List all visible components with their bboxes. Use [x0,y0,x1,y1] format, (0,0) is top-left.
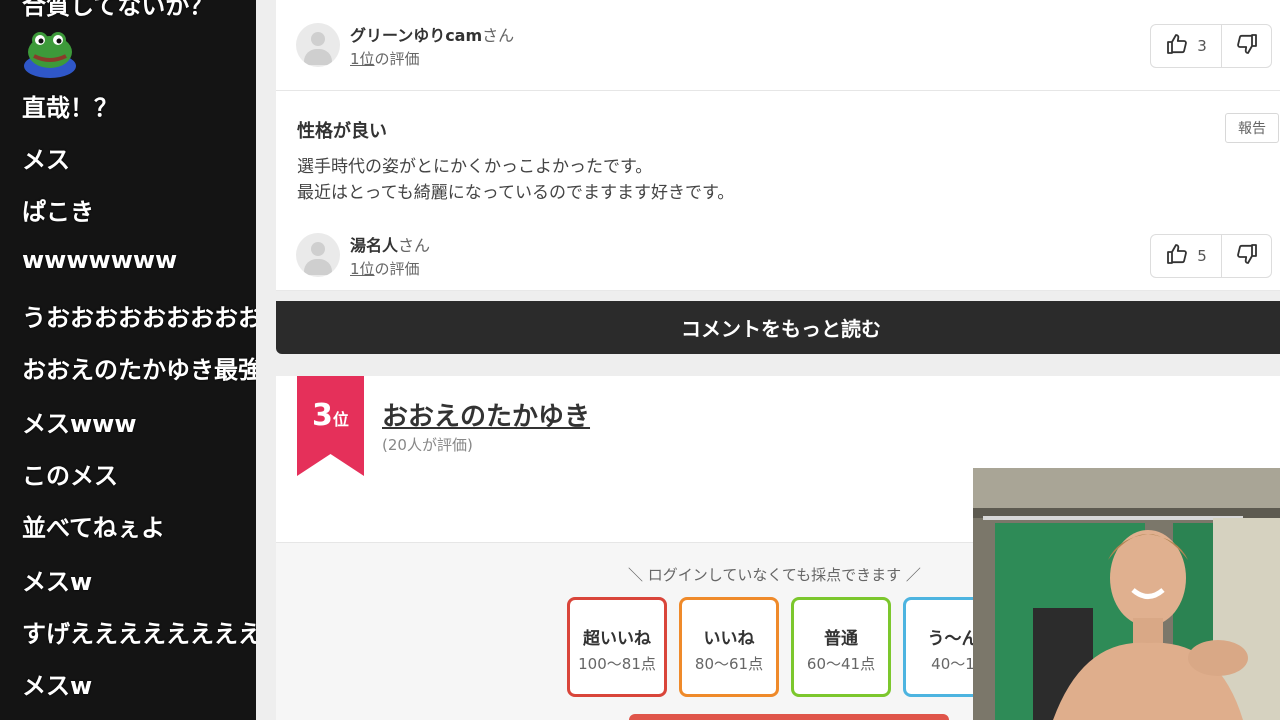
comment-body: 選手時代の姿がとにかくかっこよかったです。 最近はとっても綺麗になっているのでま… [297,154,734,206]
report-button[interactable]: 報告 [1225,113,1279,143]
submit-score-button[interactable] [629,714,949,720]
dislike-button[interactable] [1222,242,1271,270]
score-range: 100〜81点 [578,655,656,673]
like-button[interactable]: 3 [1151,25,1222,67]
score-super-good-button[interactable]: 超いいね 100〜81点 [567,597,667,697]
author-suffix: さん [398,236,431,255]
author-rank-label: の評価 [374,260,420,278]
author-suffix: さん [482,26,515,45]
author-rank-link[interactable]: 1位 [350,260,375,278]
chat-sidebar: 合質してないか？ 直哉！？ メス ぱこき wwwwwww うおおおおおおおおお … [0,0,256,720]
score-good-button[interactable]: いいね 80〜61点 [679,597,779,697]
vote-box: 3 [1150,24,1272,68]
chat-message: このメス [22,462,118,490]
thumbs-down-icon [1235,32,1259,60]
user-avatar-icon [296,233,340,277]
rank-suffix: 位 [332,410,349,429]
login-note: ＼ ログインしていなくても採点できます ／ [628,566,921,584]
chat-message: おおえのたかゆき最強 [22,356,256,384]
comments-card: グリーンゆりcamさん 1位の評価 3 性格が良い 報告 選手時代の姿がとにかく… [276,0,1280,291]
thumbs-up-icon [1165,242,1189,270]
comment-author[interactable]: グリーンゆりcamさん [350,22,514,46]
score-label: いいね [703,629,755,649]
thumbs-down-icon [1235,242,1259,270]
divider [276,90,1280,91]
score-range: 60〜41点 [806,655,876,673]
read-more-comments-button[interactable]: コメントをもっと読む [276,301,1280,354]
score-range: 80〜61点 [694,655,764,673]
like-button[interactable]: 5 [1151,235,1222,277]
chat-message: メスwww [22,410,137,438]
chat-message: すげえええええええええ [22,620,256,648]
author-rank-link[interactable]: 1位 [350,50,375,68]
comment-author[interactable]: 湯名人さん [350,232,430,256]
rank-badge: 3位 [297,398,364,433]
score-label: 普通 [824,629,858,649]
vote-box: 5 [1150,234,1272,278]
author-rank: 1位の評価 [350,48,420,69]
chat-message: メスw [22,568,93,596]
chat-message: 直哉！？ [22,94,118,122]
thumbs-up-icon [1165,32,1189,60]
user-avatar-icon [296,23,340,67]
score-average-button[interactable]: 普通 60〜41点 [791,597,891,697]
frog-emote-icon [22,26,78,78]
chat-message: 並べてねぇよ [22,514,166,542]
chat-message: メス [22,146,70,174]
dislike-button[interactable] [1222,32,1271,60]
ranked-person-name[interactable]: おおえのたかゆき [382,396,590,433]
comment-title: 性格が良い [297,121,387,142]
author-rank: 1位の評価 [350,258,420,279]
chat-message: wwwwwww [22,246,178,274]
like-count: 3 [1197,37,1207,55]
rank-number: 3 [312,398,333,433]
like-count: 5 [1197,247,1207,265]
author-rank-label: の評価 [374,50,420,68]
comment-body-line: 選手時代の姿がとにかくかっこよかったです。 [297,157,653,177]
chat-message: 合質してないか？ [22,0,214,20]
webcam-overlay [973,468,1280,720]
rating-count: (20人が評価) [382,436,473,454]
chat-message: メスw [22,672,93,700]
chat-message: うおおおおおおおおお [22,304,256,332]
chat-message: ぱこき [22,198,94,226]
comment-body-line: 最近はとっても綺麗になっているのでますます好きです。 [297,183,735,203]
author-name: グリーンゆりcam [350,26,483,45]
author-name: 湯名人 [350,236,399,255]
score-label: 超いいね [583,629,651,649]
